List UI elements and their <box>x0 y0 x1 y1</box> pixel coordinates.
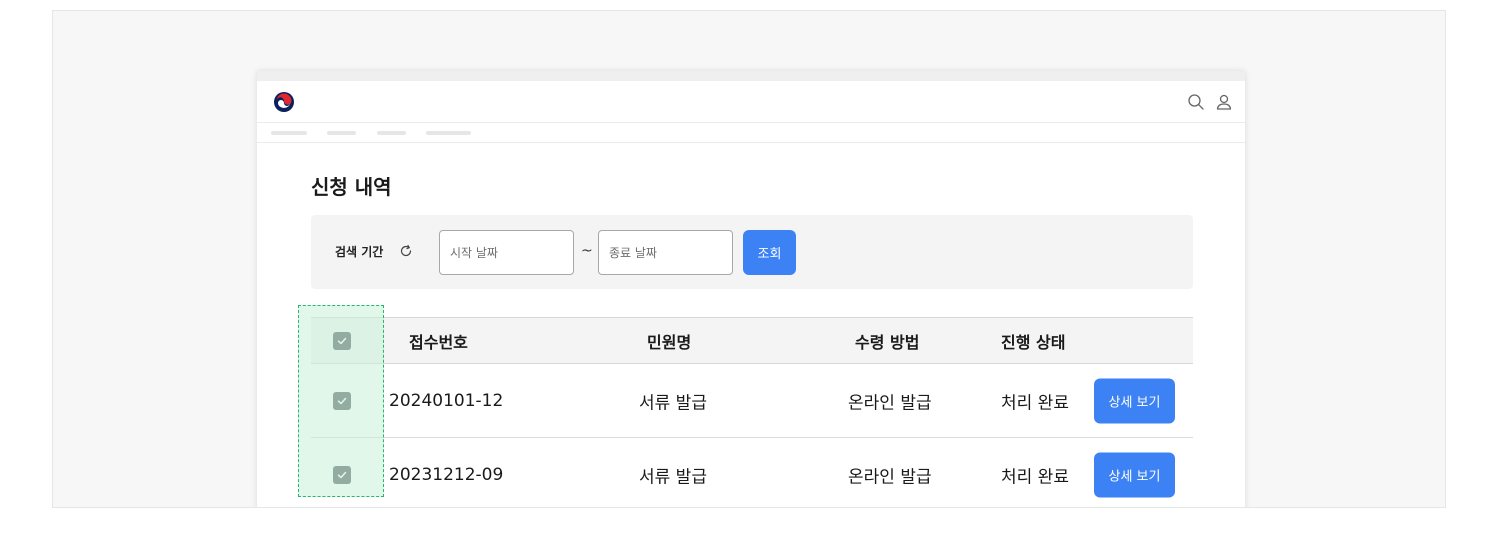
search-icon[interactable] <box>1187 93 1205 111</box>
site-header <box>257 81 1245 123</box>
start-date-input[interactable] <box>439 230 574 275</box>
browser-window: 신청 내역 검색 기간 ~ 조회 접수번호 민원명 수령 방법 진행 상태 <box>257 71 1245 507</box>
progress-status: 처리 완료 <box>1001 467 1069 487</box>
check-icon <box>337 471 347 478</box>
column-header-progress-status: 진행 상태 <box>1001 332 1066 352</box>
search-filter-panel: 검색 기간 ~ 조회 <box>311 215 1193 289</box>
nav-placeholder-bar <box>257 123 1245 143</box>
receipt-method: 온라인 발급 <box>848 393 932 413</box>
search-button[interactable]: 조회 <box>743 230 796 275</box>
receipt-number: 20231212-09 <box>389 464 504 485</box>
table-row: 20231212-09 서류 발급 온라인 발급 처리 완료 상세 보기 <box>311 438 1193 507</box>
taegeuk-logo-icon[interactable] <box>273 91 295 113</box>
receipt-method: 온라인 발급 <box>848 467 932 487</box>
column-header-receipt-number: 접수번호 <box>409 332 468 352</box>
check-icon <box>337 397 347 404</box>
row-checkbox[interactable] <box>333 465 351 484</box>
view-details-button[interactable]: 상세 보기 <box>1094 378 1175 423</box>
view-details-button[interactable]: 상세 보기 <box>1094 452 1175 497</box>
petition-name: 서류 발급 <box>639 393 707 413</box>
canvas: 신청 내역 검색 기간 ~ 조회 접수번호 민원명 수령 방법 진행 상태 <box>52 10 1446 508</box>
nav-placeholder <box>327 131 356 135</box>
column-header-receipt-method: 수령 방법 <box>855 332 920 352</box>
nav-placeholder <box>377 131 406 135</box>
progress-status: 처리 완료 <box>1001 393 1069 413</box>
filter-label: 검색 기간 <box>335 245 384 259</box>
page-title: 신청 내역 <box>311 175 392 199</box>
check-icon <box>337 337 347 344</box>
nav-placeholder <box>271 131 307 135</box>
nav-placeholder <box>426 131 471 135</box>
row-checkbox[interactable] <box>333 391 351 410</box>
receipt-number: 20240101-12 <box>389 390 504 411</box>
application-table: 접수번호 민원명 수령 방법 진행 상태 20240101-12 서류 발급 온… <box>311 317 1193 507</box>
petition-name: 서류 발급 <box>639 467 707 487</box>
window-top-strip <box>257 71 1245 81</box>
table-row: 20240101-12 서류 발급 온라인 발급 처리 완료 상세 보기 <box>311 364 1193 438</box>
user-icon[interactable] <box>1215 93 1233 111</box>
end-date-input[interactable] <box>598 230 733 275</box>
select-all-checkbox[interactable] <box>333 331 351 350</box>
table-header: 접수번호 민원명 수령 방법 진행 상태 <box>311 317 1193 364</box>
date-range-separator: ~ <box>581 243 593 259</box>
column-header-petition-name: 민원명 <box>647 332 692 352</box>
refresh-icon[interactable] <box>399 244 413 258</box>
